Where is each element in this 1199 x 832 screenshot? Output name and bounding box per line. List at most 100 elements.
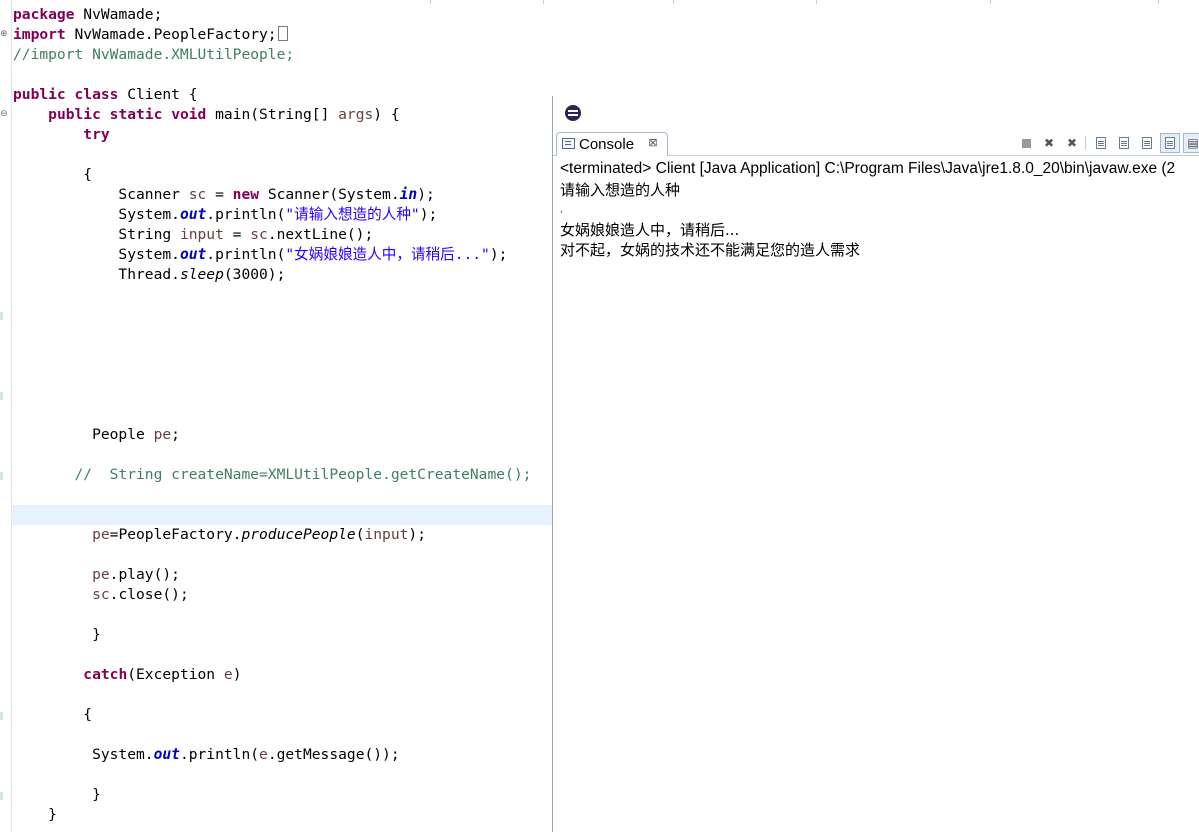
- code-line[interactable]: }: [13, 805, 57, 825]
- editor-gutter: ⊕ ⊖: [0, 0, 12, 832]
- console-output-line: 对不起，女娲的技术还不能满足您的造人需求: [560, 241, 861, 259]
- console-output-line: 女娲娘娘造人中，请稍后...: [560, 221, 740, 239]
- code-line[interactable]: }: [13, 785, 101, 805]
- gutter-marker: [0, 472, 3, 480]
- code-token: System.: [13, 746, 154, 763]
- code-token: sleep: [179, 266, 224, 283]
- code-token: =: [223, 226, 251, 243]
- code-token: "请输入想造的人种": [285, 206, 420, 223]
- remove-all-terminated-icon[interactable]: ✖: [1062, 133, 1082, 153]
- code-token: System.: [13, 206, 180, 223]
- code-token: out: [153, 746, 180, 763]
- code-line[interactable]: sc.close();: [13, 585, 189, 605]
- fold-expand-icon[interactable]: ⊕: [0, 30, 9, 39]
- code-token: );: [408, 526, 426, 543]
- code-token: import: [13, 26, 66, 43]
- code-token: .println(: [179, 746, 260, 763]
- code-token: People: [13, 426, 154, 443]
- console-output-line: 请输入想造的人种: [560, 181, 681, 199]
- code-token: );: [489, 246, 508, 263]
- code-token: ;: [171, 426, 180, 443]
- code-token: Scanner: [13, 186, 189, 203]
- code-token: .println(: [206, 246, 286, 263]
- text-cursor: [277, 26, 288, 41]
- code-line[interactable]: pe=PeopleFactory.producePeople(input);: [13, 525, 426, 545]
- code-token: out: [179, 206, 207, 223]
- code-line[interactable]: public static void main(String[] args) {: [13, 105, 400, 125]
- fold-collapse-icon[interactable]: ⊖: [0, 110, 9, 119]
- code-token: sc: [92, 586, 110, 603]
- code-token: .nextLine();: [267, 226, 374, 243]
- code-line[interactable]: {: [13, 705, 92, 725]
- word-wrap-icon[interactable]: [1114, 133, 1134, 153]
- code-token: args: [338, 106, 374, 123]
- code-token: NvWamade;: [74, 6, 163, 23]
- code-line[interactable]: package NvWamade;: [13, 5, 162, 25]
- remove-launch-icon[interactable]: ✖: [1039, 133, 1059, 153]
- editor-top-border: [0, 0, 1199, 4]
- code-token: }: [13, 806, 57, 823]
- code-token: package: [13, 6, 75, 23]
- code-line[interactable]: // String createName=XMLUtilPeople.getCr…: [13, 465, 532, 485]
- code-token: in: [399, 186, 418, 203]
- show-when-stderr-icon[interactable]: [1160, 133, 1180, 153]
- tab-console[interactable]: Console ⊠: [556, 132, 668, 156]
- code-line[interactable]: String input = sc.nextLine();: [13, 225, 373, 245]
- code-token: void: [171, 106, 207, 123]
- code-token: NvWamade.PeopleFactory;: [65, 26, 277, 43]
- code-token: pe: [92, 526, 110, 543]
- code-line[interactable]: {: [13, 165, 92, 185]
- terminate-icon[interactable]: [1016, 133, 1036, 153]
- current-line-highlight: [12, 505, 552, 525]
- console-titlebar[interactable]: [553, 96, 1199, 130]
- show-when-stdout-icon[interactable]: [1137, 133, 1157, 153]
- code-token: class: [74, 86, 119, 103]
- code-token: pe: [92, 566, 110, 583]
- console-window[interactable]: Console ⊠ ✖ ✖ ▤ <terminated> Client [Java …: [552, 96, 1199, 832]
- code-line[interactable]: catch(Exception e): [13, 665, 241, 685]
- code-line[interactable]: System.out.println("女娲娘娘造人中，请稍后...");: [13, 245, 507, 265]
- close-icon[interactable]: ⊠: [647, 136, 659, 150]
- code-line[interactable]: //import NvWamade.XMLUtilPeople;: [13, 45, 294, 65]
- tab-console-label: Console: [579, 136, 635, 153]
- code-token: .play();: [109, 566, 180, 583]
- code-line[interactable]: System.out.println(e.getMessage());: [13, 745, 400, 765]
- code-token: =: [206, 186, 233, 203]
- code-line[interactable]: try: [13, 125, 109, 145]
- code-token: // String createName=XMLUtilPeople.getCr…: [74, 466, 532, 483]
- code-token: }: [13, 786, 101, 803]
- gutter-marker: [0, 312, 3, 320]
- code-token: (3000);: [223, 266, 286, 283]
- code-token: =PeopleFactory.: [109, 526, 242, 543]
- gutter-marker: [0, 392, 3, 400]
- code-line[interactable]: System.out.println("请输入想造的人种");: [13, 205, 437, 225]
- code-line[interactable]: import NvWamade.PeopleFactory;: [13, 25, 288, 45]
- code-token: input: [179, 226, 224, 243]
- pin-console-icon[interactable]: ▤: [1183, 133, 1199, 153]
- code-line[interactable]: People pe;: [13, 425, 180, 445]
- code-token: //import NvWamade.XMLUtilPeople;: [13, 46, 295, 63]
- code-line[interactable]: pe.play();: [13, 565, 180, 585]
- code-token: e: [223, 666, 233, 683]
- code-token: public: [13, 86, 66, 103]
- process-status-line: <terminated> Client [Java Application] C…: [560, 160, 1176, 177]
- code-token: Thread.: [13, 266, 180, 283]
- code-token: input: [364, 526, 409, 543]
- code-line[interactable]: Scanner sc = new Scanner(System.in);: [13, 185, 434, 205]
- scroll-lock-icon[interactable]: [1091, 133, 1111, 153]
- code-token: .close();: [109, 586, 189, 603]
- code-token: Scanner(System.: [259, 186, 400, 203]
- code-line[interactable]: Thread.sleep(3000);: [13, 265, 285, 285]
- console-output-line: ,: [560, 204, 564, 215]
- code-line[interactable]: public class Client {: [13, 85, 198, 105]
- code-line[interactable]: }: [13, 625, 101, 645]
- code-token: catch: [83, 666, 128, 683]
